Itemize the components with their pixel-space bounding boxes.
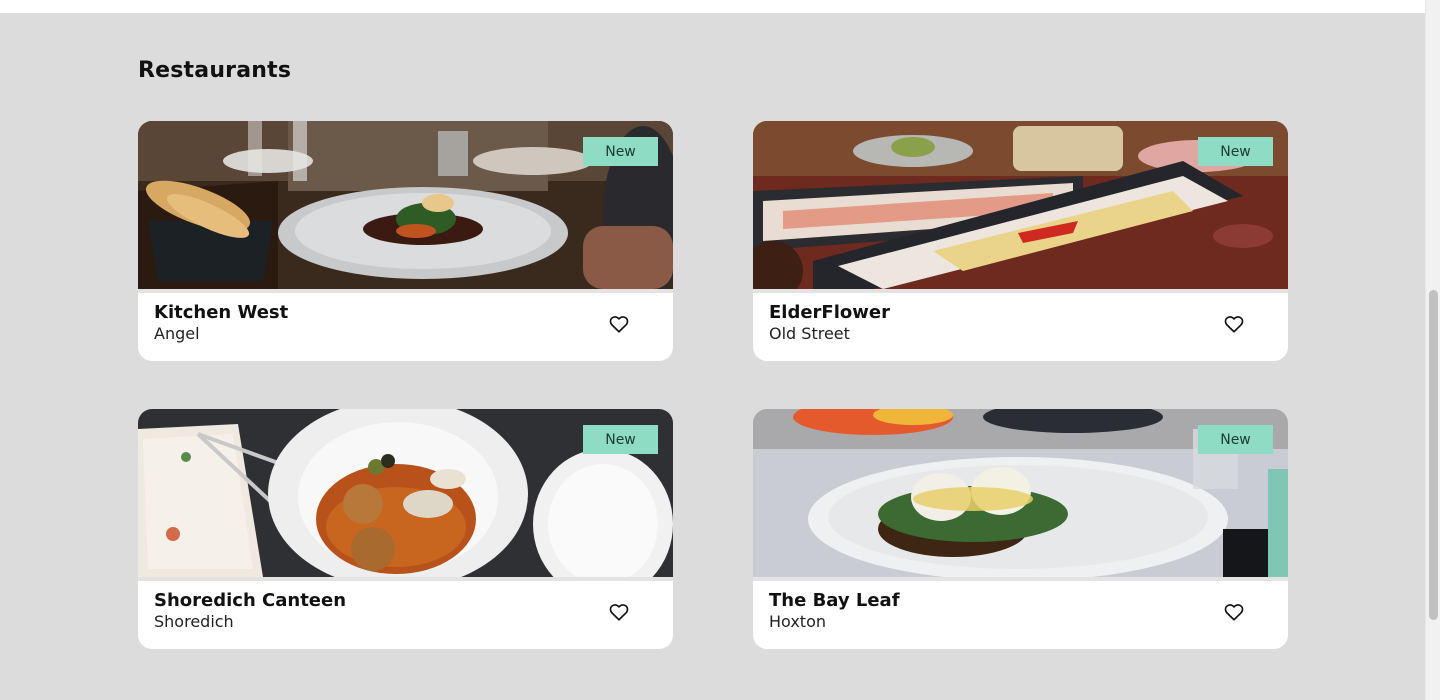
restaurant-area: Angel xyxy=(154,324,200,343)
restaurant-name[interactable]: Kitchen West xyxy=(154,302,288,323)
heart-icon[interactable] xyxy=(1223,601,1245,623)
restaurant-card[interactable]: New ElderFlower Old Street xyxy=(753,121,1288,361)
top-bar xyxy=(0,0,1425,13)
vertical-scrollbar[interactable] xyxy=(1425,0,1440,700)
restaurant-card[interactable]: New Kitchen West Angel xyxy=(138,121,673,361)
restaurant-name[interactable]: ElderFlower xyxy=(769,302,890,323)
new-badge: New xyxy=(583,137,658,166)
photo-divider xyxy=(753,289,1288,293)
heart-icon[interactable] xyxy=(1223,313,1245,335)
page-title: Restaurants xyxy=(138,58,292,83)
restaurant-area: Hoxton xyxy=(769,612,826,631)
restaurant-card[interactable]: New The Bay Leaf Hoxton xyxy=(753,409,1288,649)
restaurant-name[interactable]: Shoredich Canteen xyxy=(154,590,346,611)
restaurant-grid: New Kitchen West Angel New ElderFlower O… xyxy=(138,121,1288,649)
restaurant-area: Shoredich xyxy=(154,612,234,631)
heart-icon[interactable] xyxy=(608,601,630,623)
heart-icon[interactable] xyxy=(608,313,630,335)
photo-divider xyxy=(138,577,673,581)
restaurant-area: Old Street xyxy=(769,324,850,343)
scrollbar-thumb[interactable] xyxy=(1429,290,1438,620)
new-badge: New xyxy=(1198,425,1273,454)
new-badge: New xyxy=(583,425,658,454)
photo-divider xyxy=(753,577,1288,581)
new-badge: New xyxy=(1198,137,1273,166)
restaurant-name[interactable]: The Bay Leaf xyxy=(769,590,900,611)
photo-divider xyxy=(138,289,673,293)
restaurant-card[interactable]: New Shoredich Canteen Shoredich xyxy=(138,409,673,649)
